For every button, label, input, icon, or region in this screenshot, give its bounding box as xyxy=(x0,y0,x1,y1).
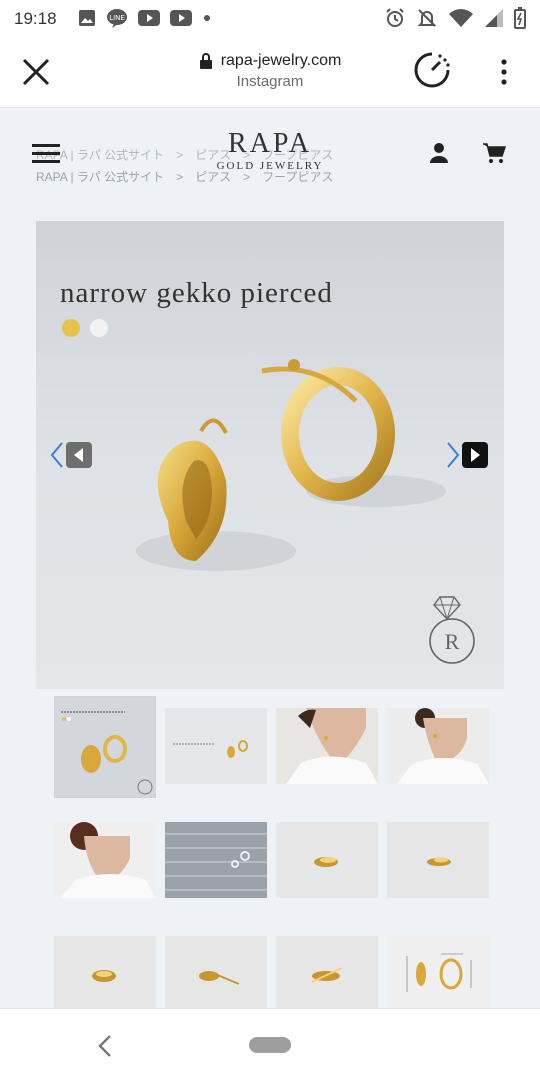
thumb-earring-closeup-3[interactable] xyxy=(54,936,156,1011)
browser-toolbar: rapa-jewelry.com Instagram xyxy=(0,38,540,108)
logo-main: RAPA xyxy=(227,128,313,159)
wifi-icon xyxy=(449,9,473,27)
system-icons xyxy=(384,7,526,29)
thumb-earring-closeup-2[interactable] xyxy=(387,822,489,898)
youtube-icon xyxy=(170,10,192,26)
logo-sub: GOLD JEWELRY xyxy=(216,160,324,172)
notification-icons: LINE xyxy=(78,8,212,28)
product-main-image[interactable]: narrow gekko pierced R xyxy=(36,221,504,689)
dot-icon xyxy=(204,15,210,21)
brand-ring-logo: R xyxy=(429,596,475,664)
swatch-gold[interactable] xyxy=(62,319,80,337)
site-logo[interactable]: RAPA GOLD JEWELRY xyxy=(210,128,330,173)
speed-gauge-icon[interactable] xyxy=(412,50,452,90)
thumb-product-wide[interactable] xyxy=(165,708,267,784)
mute-icon xyxy=(417,9,437,27)
close-icon[interactable] xyxy=(18,54,54,90)
thumb-size-chart[interactable] xyxy=(387,936,489,1011)
thumb-earring-open[interactable] xyxy=(165,936,267,1011)
svg-text:R: R xyxy=(445,629,460,654)
url-text: rapa-jewelry.com xyxy=(220,52,342,69)
signal-icon xyxy=(485,9,503,27)
status-bar: 19:18 LINE xyxy=(0,0,540,38)
thumbnail-gallery xyxy=(54,696,490,1011)
image-icon xyxy=(79,10,95,26)
thumb-earring-closeup-1[interactable] xyxy=(276,822,378,898)
back-icon[interactable] xyxy=(96,1033,116,1059)
youtube-icon xyxy=(138,10,160,26)
thumb-product-title[interactable] xyxy=(54,696,156,798)
next-image-button[interactable] xyxy=(446,441,490,469)
thumb-earring-pair[interactable] xyxy=(276,936,378,1011)
swatch-silver[interactable] xyxy=(90,319,108,337)
thumb-model-side[interactable] xyxy=(387,708,489,784)
product-title: narrow gekko pierced xyxy=(60,277,333,309)
thumb-wood-surface[interactable] xyxy=(165,822,267,898)
thumb-model-back[interactable] xyxy=(54,822,156,898)
line-icon: LINE xyxy=(107,9,127,28)
url-display[interactable]: rapa-jewelry.com Instagram xyxy=(150,52,390,90)
battery-icon xyxy=(514,7,526,29)
hamburger-menu-icon[interactable] xyxy=(32,144,60,164)
status-time: 19:18 xyxy=(14,9,57,28)
thumb-model-front[interactable] xyxy=(276,708,378,784)
cart-icon[interactable] xyxy=(482,142,506,164)
prev-image-button[interactable] xyxy=(50,441,94,469)
system-nav-bar xyxy=(0,1008,540,1080)
alarm-icon xyxy=(386,8,404,27)
lock-icon xyxy=(199,53,212,69)
user-icon[interactable] xyxy=(428,142,450,164)
site-header: RAPA | ラパ 公式サイト > ピアス > フープピアス RAPA | ラパ… xyxy=(0,108,540,198)
svg-text:LINE: LINE xyxy=(109,14,125,22)
home-pill[interactable] xyxy=(249,1037,291,1053)
more-vert-icon[interactable] xyxy=(492,54,516,90)
url-subtitle: Instagram xyxy=(236,73,304,90)
